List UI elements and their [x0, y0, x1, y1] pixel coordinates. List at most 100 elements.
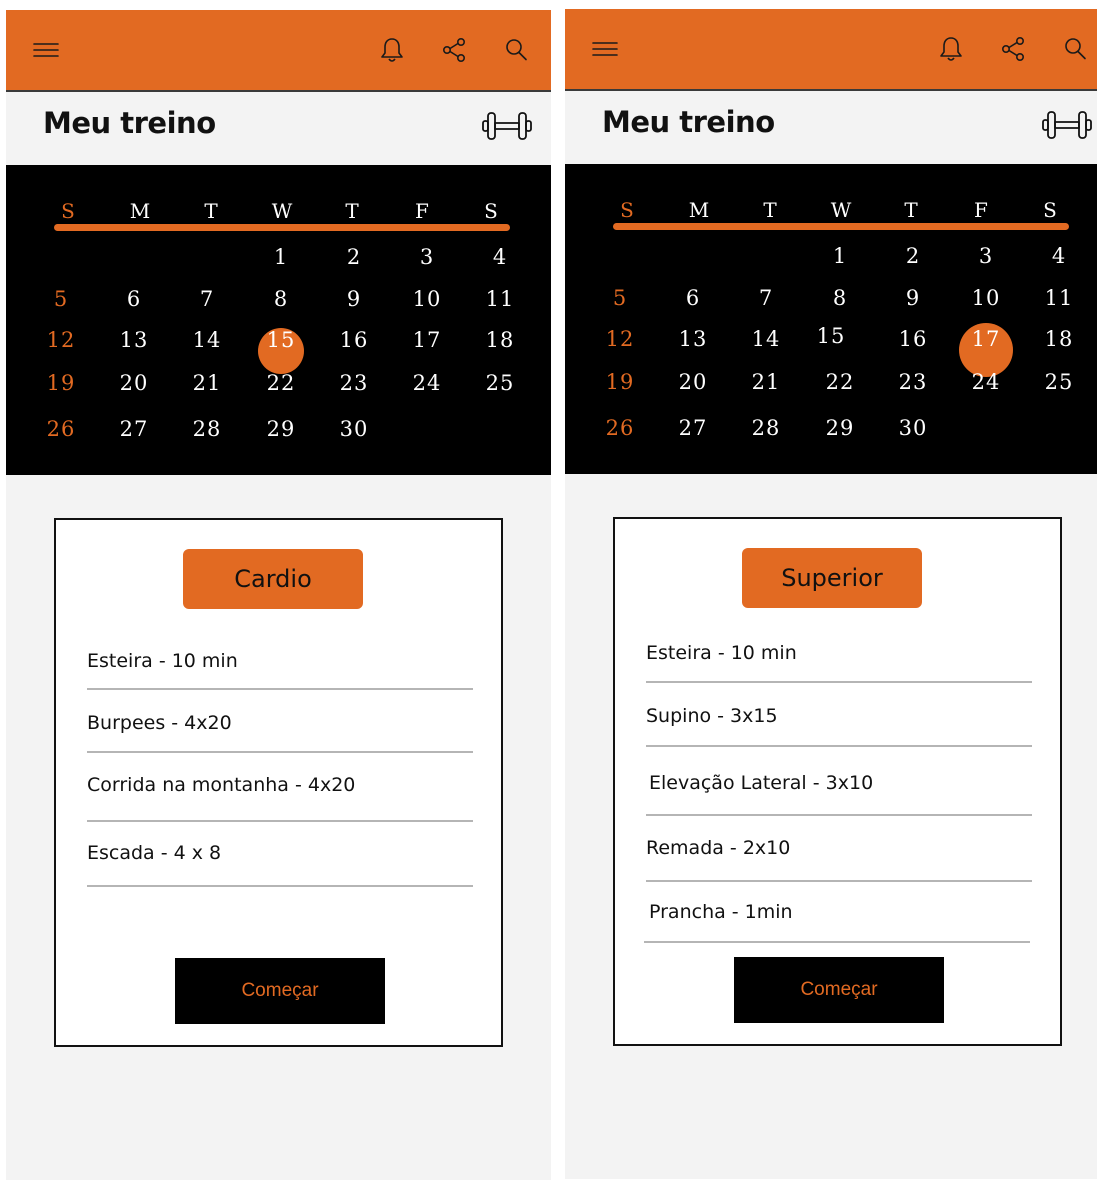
exercise-item: Burpees - 4x20	[87, 712, 232, 734]
calendar-day[interactable]: 7	[187, 287, 227, 311]
weekday-label: S	[1043, 198, 1057, 222]
calendar-day[interactable]: 28	[746, 416, 786, 440]
calendar-day[interactable]: 20	[673, 370, 713, 394]
calendar-day[interactable]: 11	[1039, 286, 1079, 310]
workout-category-tag[interactable]: Cardio	[183, 549, 363, 609]
calendar-day[interactable]: 21	[187, 371, 227, 395]
share-icon[interactable]	[440, 36, 468, 64]
calendar: S M T W T F S 1 2 3 4 5 6 7 8 9 10 11 12…	[6, 165, 551, 475]
calendar-day[interactable]: 29	[820, 416, 860, 440]
calendar-day[interactable]: 2	[334, 245, 374, 269]
calendar-day[interactable]: 6	[673, 286, 713, 310]
calendar-day[interactable]: 8	[820, 286, 860, 310]
search-icon[interactable]	[1061, 35, 1089, 63]
app-bar	[565, 9, 1097, 91]
calendar-day[interactable]: 24	[966, 370, 1006, 394]
calendar-day[interactable]: 8	[261, 287, 301, 311]
phone-screen-2: Meu treino S M T W T F S 1 2 3 4 5 6 7 8…	[565, 9, 1097, 1179]
calendar-day-selected[interactable]: 17	[966, 327, 1006, 351]
calendar-day[interactable]: 3	[966, 244, 1006, 268]
calendar-day[interactable]: 12	[41, 328, 81, 352]
calendar-day[interactable]: 11	[480, 287, 520, 311]
calendar-day[interactable]: 5	[41, 287, 81, 311]
calendar-day[interactable]: 16	[334, 328, 374, 352]
divider	[646, 880, 1032, 882]
calendar-day[interactable]: 1	[261, 245, 301, 269]
calendar-day[interactable]: 26	[41, 417, 81, 441]
calendar-day-selected[interactable]: 15	[261, 328, 301, 352]
hamburger-menu-icon[interactable]	[591, 35, 619, 63]
hamburger-menu-icon[interactable]	[32, 36, 60, 64]
divider	[87, 751, 473, 753]
weekday-label: T	[204, 199, 218, 223]
calendar-day[interactable]: 13	[673, 327, 713, 351]
calendar-day[interactable]: 4	[1039, 244, 1079, 268]
calendar-day[interactable]: 9	[893, 286, 933, 310]
calendar-day[interactable]: 23	[893, 370, 933, 394]
bell-icon[interactable]	[937, 35, 965, 63]
calendar-day[interactable]: 19	[41, 371, 81, 395]
divider	[646, 681, 1032, 683]
calendar-day[interactable]: 19	[600, 370, 640, 394]
phone-screen-1: Meu treino S M T W T F S 1 2 3 4 5 6 7 8…	[6, 10, 551, 1180]
workout-card: Superior Esteira - 10 min Supino - 3x15 …	[613, 517, 1062, 1046]
divider	[87, 820, 473, 822]
weekday-underline	[54, 224, 510, 231]
calendar-day[interactable]: 14	[187, 328, 227, 352]
weekday-label: M	[129, 199, 151, 223]
weekday-label: S	[620, 198, 634, 222]
workout-card: Cardio Esteira - 10 min Burpees - 4x20 C…	[54, 518, 503, 1047]
calendar-day[interactable]: 14	[746, 327, 786, 351]
start-button[interactable]: Começar	[175, 958, 385, 1024]
start-button[interactable]: Começar	[734, 957, 944, 1023]
calendar-day[interactable]: 26	[600, 416, 640, 440]
divider	[646, 745, 1032, 747]
calendar-day[interactable]: 9	[334, 287, 374, 311]
calendar-day[interactable]: 5	[600, 286, 640, 310]
calendar-day[interactable]: 15	[811, 324, 851, 348]
calendar-day[interactable]: 27	[673, 416, 713, 440]
calendar-day[interactable]: 20	[114, 371, 154, 395]
calendar-day[interactable]: 3	[407, 245, 447, 269]
calendar-day[interactable]: 22	[261, 371, 301, 395]
calendar-day[interactable]: 10	[407, 287, 447, 311]
divider	[646, 814, 1032, 816]
calendar-day[interactable]: 16	[893, 327, 933, 351]
calendar-day[interactable]: 25	[480, 371, 520, 395]
exercise-item: Esteira - 10 min	[646, 642, 797, 664]
calendar-day[interactable]: 13	[114, 328, 154, 352]
exercise-item: Remada - 2x10	[646, 837, 791, 859]
calendar-day[interactable]: 24	[407, 371, 447, 395]
calendar-day[interactable]: 7	[746, 286, 786, 310]
calendar-day[interactable]: 10	[966, 286, 1006, 310]
calendar-day[interactable]: 18	[1039, 327, 1079, 351]
weekday-label: T	[345, 199, 359, 223]
calendar-day[interactable]: 21	[746, 370, 786, 394]
calendar-day[interactable]: 1	[820, 244, 860, 268]
weekday-label: F	[415, 199, 429, 223]
calendar-day[interactable]: 25	[1039, 370, 1079, 394]
weekday-label: W	[830, 198, 852, 222]
exercise-item: Escada - 4 x 8	[87, 842, 222, 864]
calendar-day[interactable]: 22	[820, 370, 860, 394]
calendar-day[interactable]: 23	[334, 371, 374, 395]
calendar-day[interactable]: 2	[893, 244, 933, 268]
workout-category-tag[interactable]: Superior	[742, 548, 922, 608]
calendar-day[interactable]: 30	[334, 417, 374, 441]
search-icon[interactable]	[502, 36, 530, 64]
calendar-day[interactable]: 12	[600, 327, 640, 351]
calendar-day[interactable]: 29	[261, 417, 301, 441]
dumbbell-icon[interactable]	[1041, 107, 1093, 143]
divider	[87, 688, 473, 690]
calendar-day[interactable]: 17	[407, 328, 447, 352]
share-icon[interactable]	[999, 35, 1027, 63]
calendar-day[interactable]: 28	[187, 417, 227, 441]
calendar-day[interactable]: 27	[114, 417, 154, 441]
page-title: Meu treino	[602, 105, 775, 139]
calendar-day[interactable]: 30	[893, 416, 933, 440]
calendar-day[interactable]: 18	[480, 328, 520, 352]
calendar-day[interactable]: 6	[114, 287, 154, 311]
dumbbell-icon[interactable]	[481, 108, 533, 144]
bell-icon[interactable]	[378, 36, 406, 64]
calendar-day[interactable]: 4	[480, 245, 520, 269]
